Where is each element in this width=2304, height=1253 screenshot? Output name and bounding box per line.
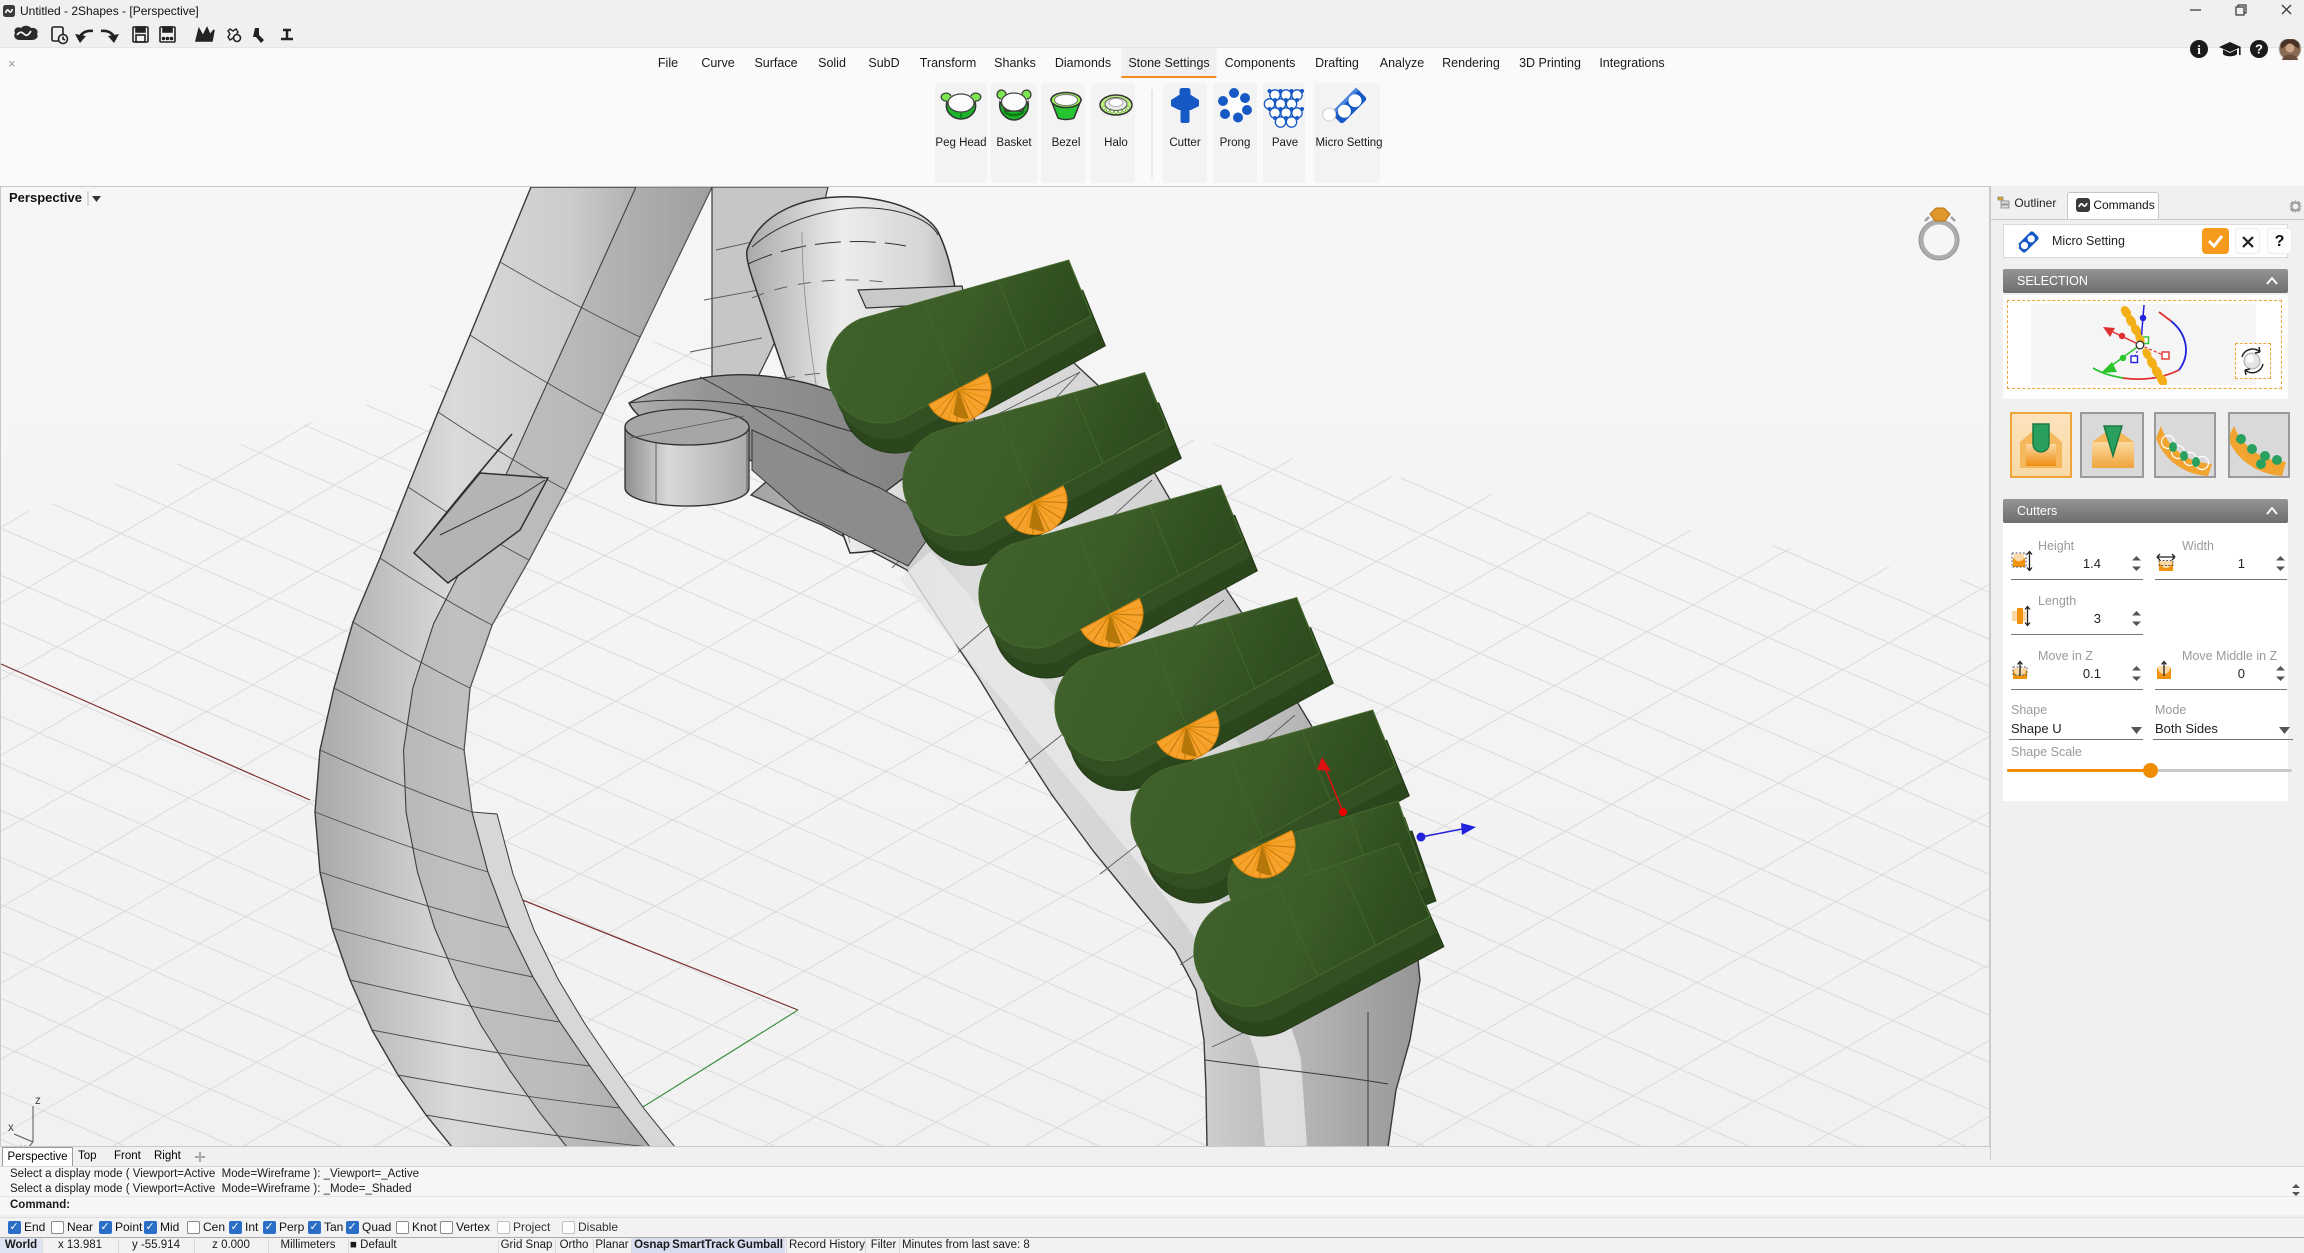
svg-text:?: ? — [2255, 42, 2263, 57]
svg-text:y: y — [20, 1143, 26, 1146]
svg-text:Cutter: Cutter — [1169, 137, 1200, 149]
svg-text:Halo: Halo — [1104, 137, 1128, 149]
svg-text:Micro Setting: Micro Setting — [1315, 137, 1382, 149]
svg-text:Peg Head: Peg Head — [935, 137, 986, 149]
svg-text:x: x — [8, 1122, 14, 1134]
svg-text:i: i — [2197, 42, 2201, 57]
svg-text:Pave: Pave — [1272, 137, 1298, 149]
svg-text:Prong: Prong — [1220, 137, 1251, 149]
svg-text:z: z — [35, 1095, 41, 1107]
svg-text:Basket: Basket — [996, 137, 1032, 149]
svg-text:Bezel: Bezel — [1052, 137, 1081, 149]
